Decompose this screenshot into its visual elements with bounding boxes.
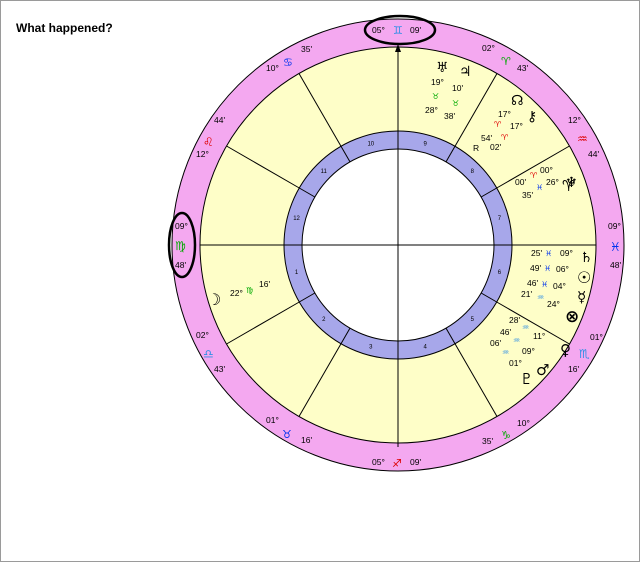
aquarius-small-icon: ♒ [537,293,544,302]
taurus-icon: ♈ [501,55,511,68]
pisces-small-icon: ♓ [544,264,551,273]
cusp-11-minutes: 35' [301,44,312,54]
uranus-icon: ♅ [436,60,449,76]
cusp-5-minutes: 35' [482,436,493,446]
jupiter-minutes: 10' [452,83,463,93]
mars-degree: 09° [522,346,535,356]
virgo-small-icon: ♍ [246,286,253,295]
cusp-12-minutes: 44' [214,115,225,125]
pisces-small-icon: ♓ [541,280,548,289]
part-of-fortune-icon: ⊗ [565,307,579,327]
mercury-icon: ☿ [577,288,586,306]
cusp-12-degree: 12° [196,149,209,159]
capricorn-icon: ♑ [501,429,511,442]
pluto-icon: ♇ [520,370,533,388]
virgo-icon: ♍ [175,239,186,253]
pisces-small-icon: ♓ [536,183,543,192]
cusp-9-minutes: 43' [517,63,528,73]
aries-icon: ♒ [577,132,588,146]
cusp-6-minutes: 16' [568,364,579,374]
aries-small-icon: ♈ [494,120,501,129]
saturn-degree: 09° [560,248,573,258]
desc-degree: 09° [608,221,621,231]
fortune-degree: 24° [547,299,560,309]
ic-degree: 05° [372,457,385,467]
aries-small-icon: ♈ [530,171,537,180]
mercury-minutes: 46' [527,278,538,288]
moon-degree: 22° [230,288,243,298]
node-degree: 17° [498,109,511,119]
scorpio-icon: ♉ [282,428,292,441]
chiron-retrograde: R [473,143,479,153]
cusp-2-minutes: 43' [214,364,225,374]
mercury-degree: 04° [553,281,566,291]
saturn-icon: ♄ [580,250,593,266]
neptune-degree: 26° [546,177,559,187]
venus-icon: ♀ [560,341,571,359]
natal-chart-wheel: 123 456789101112 05° ♊ 09' 05° ♐ 09' 09° … [167,14,625,472]
aquarius-small-icon: ♒ [502,348,509,357]
uranus-degree: 28° [425,105,438,115]
marker-degree: 00° [540,165,553,175]
mc-minutes: 09' [410,25,421,35]
cusp-9-degree: 02° [482,43,495,53]
sun-degree: 06° [556,264,569,274]
aries-small-icon: ♈ [501,133,508,142]
cusp-2-degree: 02° [196,330,209,340]
sagittarius-icon: ♐ [392,457,402,470]
asc-degree: 09° [175,221,188,231]
cusp-6-degree: 01° [590,332,603,342]
cusp-5-degree: 10° [517,418,530,428]
moon-minutes: 16' [259,279,270,289]
cusp-3-minutes: 16' [301,435,312,445]
cusp-8-minutes: 44' [588,149,599,159]
pluto-minutes: 06' [490,338,501,348]
sun-icon: ☉ [577,268,591,287]
uranus-minutes: 38' [444,111,455,121]
taurus-small-icon: ♉ [452,99,459,108]
pisces-icon: ♓ [610,240,621,254]
mars-icon: ♂ [536,361,549,379]
chiron-degree: 17° [510,121,523,131]
libra-icon: ♎ [203,347,214,361]
house-number-10: 10 [367,142,374,148]
north-node-icon: ☊ [511,93,523,109]
house-number-11: 11 [321,169,328,175]
pluto-degree: 01° [509,358,522,368]
neptune-icon: ♆ [565,175,578,191]
house-number-12: 12 [293,216,300,222]
sun-minutes: 49' [530,263,541,273]
aquarius-icon: ♏ [579,347,590,361]
aquarius-small-icon: ♒ [513,336,520,345]
pisces-small-icon: ♓ [545,249,552,258]
mars-minutes: 46' [500,327,511,337]
cusp-11-degree: 10° [266,63,279,73]
jupiter-icon: ♃ [459,64,472,80]
mc-degree: 05° [372,25,385,35]
neptune-min-a: 00' [515,177,526,187]
gemini-icon: ♊ [393,24,403,37]
desc-minutes: 48' [610,260,621,270]
leo-icon: ♌ [203,135,214,149]
venus-degree: 11° [533,331,545,341]
cusp-3-degree: 01° [266,415,279,425]
aquarius-small-icon: ♒ [522,323,529,332]
cancer-icon: ♋ [283,56,293,69]
chiron-minutes: 02' [490,142,501,152]
taurus-small-icon: ♉ [432,92,439,101]
neptune-min-b: 35' [522,190,533,200]
jupiter-degree: 19° [431,77,444,87]
chiron-icon: ⚷ [527,109,537,125]
ic-minutes: 09' [410,457,421,467]
moon-icon: ☽ [207,290,221,309]
cusp-8-degree: 12° [568,115,581,125]
asc-minutes: 48' [175,260,186,270]
saturn-minutes: 25' [531,248,542,258]
fortune-minutes: 21' [521,289,532,299]
venus-minutes: 28' [509,315,520,325]
